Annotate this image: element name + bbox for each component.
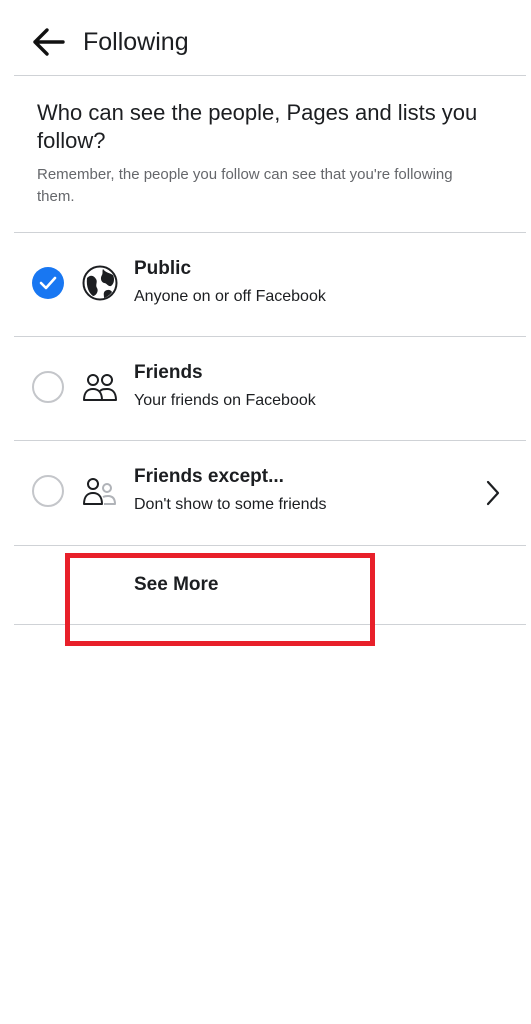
see-more-label: See More <box>134 574 219 595</box>
option-friends-except[interactable]: Friends except... Don't show to some fri… <box>0 441 531 545</box>
radio-selected[interactable] <box>32 267 64 299</box>
option-title: Friends except... <box>134 466 284 487</box>
privacy-question: Who can see the people, Pages and lists … <box>37 100 478 153</box>
radio-unselected[interactable] <box>32 371 64 403</box>
check-icon <box>39 276 57 290</box>
chevron-right-icon <box>481 479 505 507</box>
friends-icon <box>81 368 119 406</box>
back-button[interactable] <box>28 22 68 62</box>
option-subtitle: Don't show to some friends <box>134 496 327 513</box>
app-header: Following <box>0 0 531 76</box>
option-title: Friends <box>134 362 203 383</box>
option-public[interactable]: Public Anyone on or off Facebook <box>0 233 531 337</box>
globe-icon <box>81 264 119 302</box>
option-title: Public <box>134 258 192 279</box>
header-divider <box>14 75 526 76</box>
friends-except-icon <box>81 472 119 510</box>
arrow-left-icon <box>33 28 65 56</box>
see-more-button[interactable]: See More <box>0 546 531 624</box>
option-subtitle: Your friends on Facebook <box>134 392 316 409</box>
radio-unselected[interactable] <box>32 475 64 507</box>
option-friends[interactable]: Friends Your friends on Facebook <box>0 337 531 441</box>
page-title: Following <box>83 28 189 56</box>
privacy-note: Remember, the people you follow can see … <box>37 166 453 205</box>
option-subtitle: Anyone on or off Facebook <box>134 288 326 305</box>
see-more-divider <box>14 624 526 625</box>
